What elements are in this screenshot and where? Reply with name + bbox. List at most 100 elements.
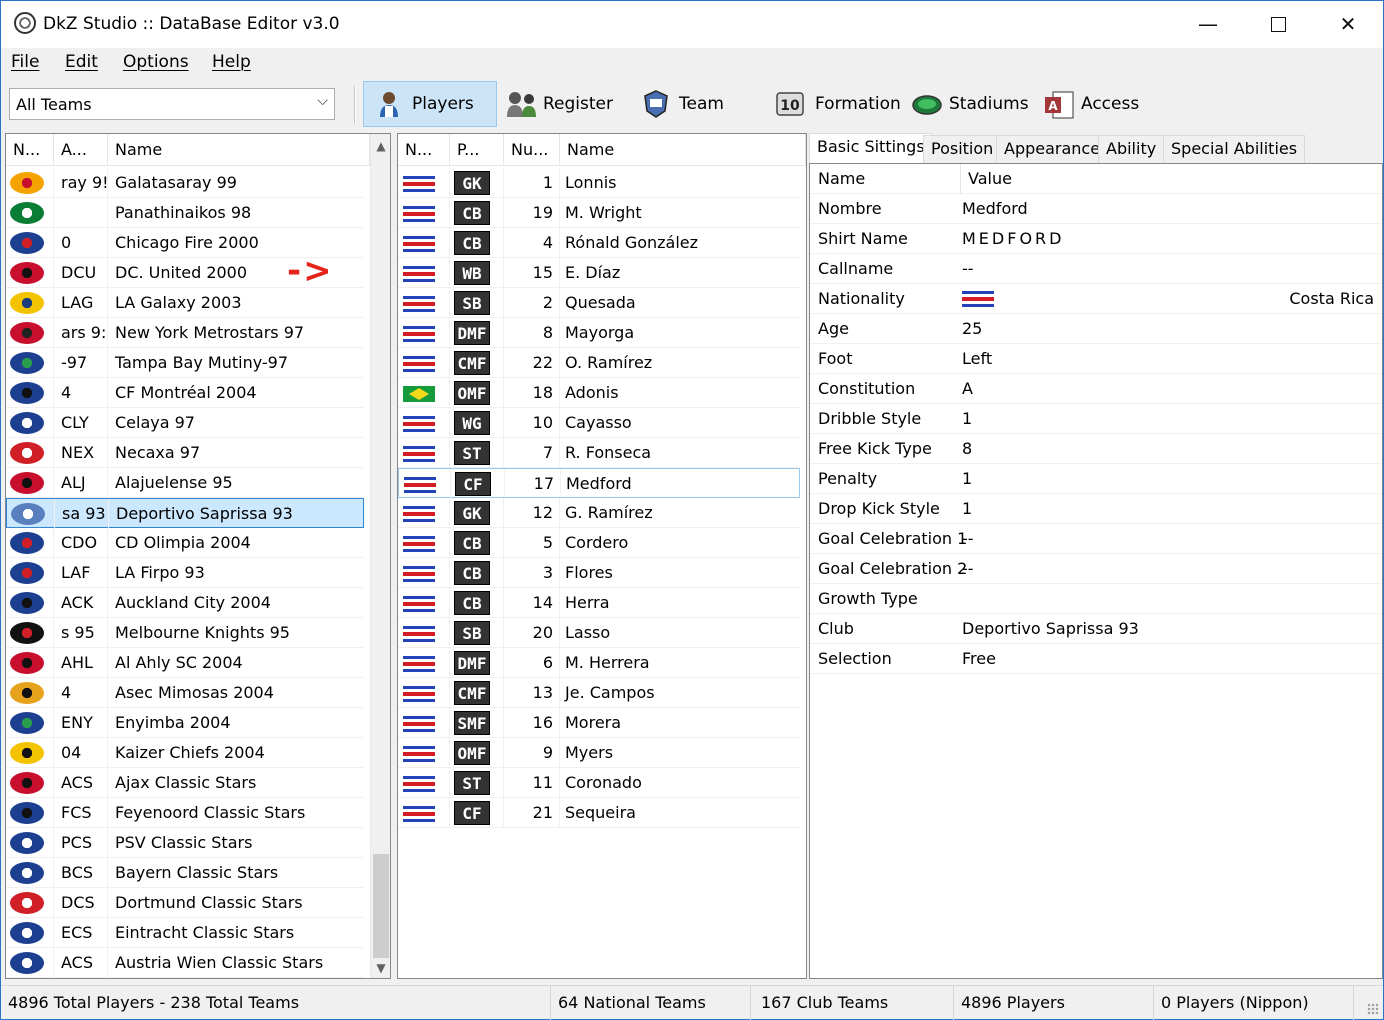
team-row[interactable]: ENY Enyimba 2004 xyxy=(6,708,364,738)
player-properties[interactable]: Name Value Nombre Medford Shirt Name MEDFOR… xyxy=(809,163,1383,979)
team-row[interactable]: sa 93 Deportivo Saprissa 93 xyxy=(6,498,364,529)
teams-col-nationality[interactable]: N... xyxy=(6,134,54,166)
player-row[interactable]: OMF 18 Adonis xyxy=(398,378,800,408)
property-row[interactable]: Callname -- xyxy=(810,254,1382,284)
teams-col-name[interactable]: Name xyxy=(108,134,370,166)
maximize-button[interactable] xyxy=(1243,1,1313,48)
player-row[interactable]: DMF 6 M. Herrera xyxy=(398,648,800,678)
minimize-button[interactable]: — xyxy=(1173,1,1243,48)
team-name: CD Olimpia 2004 xyxy=(115,533,251,552)
player-row[interactable]: CB 4 Rónald González xyxy=(398,228,800,258)
player-row[interactable]: GK 1 Lonnis xyxy=(398,168,800,198)
player-row[interactable]: CMF 13 Je. Campos xyxy=(398,678,800,708)
resize-grip-icon[interactable] xyxy=(1367,1003,1379,1015)
tab-special-abilities[interactable]: Special Abilities xyxy=(1163,135,1306,163)
tab-basic-sittings[interactable]: Basic Sittings xyxy=(809,133,933,164)
property-row[interactable]: Free Kick Type 8 xyxy=(810,434,1382,464)
team-row[interactable]: ALJ Alajuelense 95 xyxy=(6,468,364,498)
team-row[interactable]: 4 CF Montréal 2004 xyxy=(6,378,364,408)
property-row[interactable]: Nationality Costa Rica xyxy=(810,284,1382,314)
access-button[interactable]: A Access xyxy=(1043,81,1139,127)
property-row[interactable]: Penalty 1 xyxy=(810,464,1382,494)
players-list[interactable]: N... P... Nu... Name GK 1 Lonnis CB 19 M. Wri… xyxy=(397,133,807,979)
property-row[interactable]: Nombre Medford xyxy=(810,194,1382,224)
scroll-thumb[interactable] xyxy=(373,854,389,958)
property-row[interactable]: Growth Type xyxy=(810,584,1382,614)
tab-appearance[interactable]: Appearance xyxy=(996,135,1109,163)
team-row[interactable]: 4 Asec Mimosas 2004 xyxy=(6,678,364,708)
player-row[interactable]: SMF 16 Morera xyxy=(398,708,800,738)
team-row[interactable]: DCS Dortmund Classic Stars xyxy=(6,888,364,918)
property-row[interactable]: Drop Kick Style 1 xyxy=(810,494,1382,524)
team-row[interactable]: FCS Feyenoord Classic Stars xyxy=(6,798,364,828)
scroll-up-icon[interactable]: ▲ xyxy=(371,136,390,156)
tab-ability[interactable]: Ability xyxy=(1098,135,1165,163)
menu-file[interactable]: File xyxy=(11,52,39,72)
player-row[interactable]: WG 10 Cayasso xyxy=(398,408,800,438)
team-row[interactable]: s 95 Melbourne Knights 95 xyxy=(6,618,364,648)
player-row[interactable]: ST 7 R. Fonseca xyxy=(398,438,800,468)
player-row[interactable]: DMF 8 Mayorga xyxy=(398,318,800,348)
team-row[interactable]: AHL Al Ahly SC 2004 xyxy=(6,648,364,678)
formation-button[interactable]: 10 Formation xyxy=(773,81,901,127)
teams-col-abbr[interactable]: A... xyxy=(54,134,108,166)
property-row[interactable]: Goal Celebration 1 -- xyxy=(810,524,1382,554)
team-row[interactable]: NEX Necaxa 97 xyxy=(6,438,364,468)
team-row[interactable]: LAG LA Galaxy 2003 xyxy=(6,288,364,318)
property-row[interactable]: Goal Celebration 2 -- xyxy=(810,554,1382,584)
player-row[interactable]: SB 2 Quesada xyxy=(398,288,800,318)
team-row[interactable]: 04 Kaizer Chiefs 2004 xyxy=(6,738,364,768)
player-row[interactable]: OMF 9 Myers xyxy=(398,738,800,768)
property-row[interactable]: Foot Left xyxy=(810,344,1382,374)
team-row[interactable]: ECS Eintracht Classic Stars xyxy=(6,918,364,948)
teams-scrollbar[interactable]: ▲ ▼ xyxy=(370,134,390,978)
player-row[interactable]: CMF 22 O. Ramírez xyxy=(398,348,800,378)
team-row[interactable]: Panathinaikos 98 xyxy=(6,198,364,228)
team-button[interactable]: Team xyxy=(641,81,724,127)
register-button[interactable]: Register xyxy=(505,81,613,127)
team-row[interactable]: BCS Bayern Classic Stars xyxy=(6,858,364,888)
property-row[interactable]: Club Deportivo Saprissa 93 xyxy=(810,614,1382,644)
player-row[interactable]: CF 21 Sequeira xyxy=(398,798,800,828)
player-row[interactable]: CB 3 Flores xyxy=(398,558,800,588)
property-row[interactable]: Dribble Style 1 xyxy=(810,404,1382,434)
players-col-position[interactable]: P... xyxy=(450,134,504,166)
team-row[interactable]: ACS Austria Wien Classic Stars xyxy=(6,948,364,978)
property-row[interactable]: Shirt Name MEDFORD xyxy=(810,224,1382,254)
players-col-name[interactable]: Name xyxy=(560,134,806,166)
player-number: 6 xyxy=(504,648,560,678)
team-filter-dropdown[interactable]: All Teams ⌵ xyxy=(9,88,335,120)
property-row[interactable]: Constitution A xyxy=(810,374,1382,404)
player-row[interactable]: CB 5 Cordero xyxy=(398,528,800,558)
player-row[interactable]: SB 20 Lasso xyxy=(398,618,800,648)
window-title: DkZ Studio :: DataBase Editor v3.0 xyxy=(43,14,340,34)
menu-edit[interactable]: Edit xyxy=(65,52,98,72)
stadiums-button[interactable]: Stadiums xyxy=(911,81,1029,127)
tab-position[interactable]: Position xyxy=(923,135,1002,163)
players-button[interactable]: Players xyxy=(363,81,497,127)
menu-help[interactable]: Help xyxy=(212,52,251,72)
player-row[interactable]: GK 12 G. Ramírez xyxy=(398,498,800,528)
team-row[interactable]: LAF LA Firpo 93 xyxy=(6,558,364,588)
players-col-nationality[interactable]: N... xyxy=(398,134,450,166)
team-row[interactable]: PCS PSV Classic Stars xyxy=(6,828,364,858)
team-row[interactable]: ray 9! Galatasaray 99 xyxy=(6,168,364,198)
team-row[interactable]: ACS Ajax Classic Stars xyxy=(6,768,364,798)
property-row[interactable]: Selection Free xyxy=(810,644,1382,674)
players-col-number[interactable]: Nu... xyxy=(504,134,560,166)
position-badge: GK xyxy=(454,171,490,195)
scroll-down-icon[interactable]: ▼ xyxy=(371,958,390,978)
player-row[interactable]: ST 11 Coronado xyxy=(398,768,800,798)
player-row[interactable]: WB 15 E. Díaz xyxy=(398,258,800,288)
property-row[interactable]: Age 25 xyxy=(810,314,1382,344)
team-row[interactable]: -97 Tampa Bay Mutiny-97 xyxy=(6,348,364,378)
player-row[interactable]: CB 19 M. Wright xyxy=(398,198,800,228)
player-row[interactable]: CB 14 Herra xyxy=(398,588,800,618)
team-row[interactable]: CDO CD Olimpia 2004 xyxy=(6,528,364,558)
team-row[interactable]: ACK Auckland City 2004 xyxy=(6,588,364,618)
menu-options[interactable]: Options xyxy=(123,52,189,72)
close-button[interactable]: ✕ xyxy=(1313,1,1383,48)
player-row[interactable]: CF 17 Medford xyxy=(398,468,800,499)
team-row[interactable]: CLY Celaya 97 xyxy=(6,408,364,438)
team-row[interactable]: ars 9: New York Metrostars 97 xyxy=(6,318,364,348)
